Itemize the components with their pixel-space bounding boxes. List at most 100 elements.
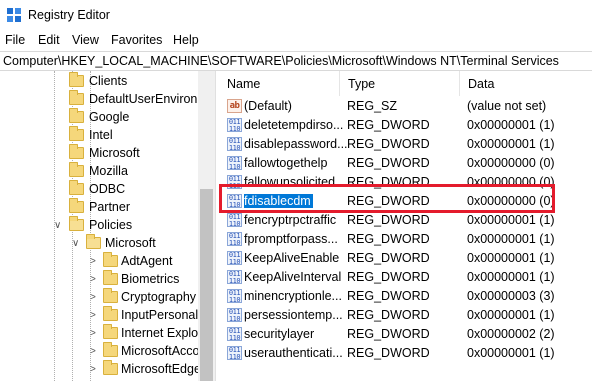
tree-item-label: Google [89,110,130,124]
tree-item-clients[interactable]: Clients [0,72,198,91]
value-row[interactable]: 011 110 fpromptforpass... REG_DWORD 0x00… [219,230,592,249]
menu-view[interactable]: View [72,33,99,47]
value-data: 0x00000001 (1) [467,118,555,132]
tree-scrollbar-thumb[interactable] [200,189,213,381]
tree-item-label: Partner [89,200,130,214]
address-path[interactable]: Computer\HKEY_LOCAL_MACHINE\SOFTWARE\Pol… [3,54,559,68]
chevron-right-icon[interactable]: > [90,310,96,321]
value-data: (value not set) [467,99,547,113]
tree-item-partner[interactable]: Partner [0,198,198,217]
window-title: Registry Editor [28,8,110,22]
dword-value-icon: 011 110 [227,346,242,360]
value-list-pane[interactable]: Name Type Data ab (Default) REG_SZ (valu… [219,71,592,381]
tree-item-microsoftedge[interactable]: > MicrosoftEdge [0,360,201,379]
tree-item-odbc[interactable]: ODBC [0,180,198,199]
tree-item-adtagent[interactable]: > AdtAgent [0,252,198,271]
tree-scrollbar[interactable] [198,71,215,381]
address-bar[interactable]: Computer\HKEY_LOCAL_MACHINE\SOFTWARE\Pol… [0,51,592,71]
dword-value-icon: 011 110 [227,213,242,227]
folder-icon [103,342,118,357]
tree-item-internet-explorer[interactable]: > Internet Explor [0,324,202,343]
folder-icon [103,288,118,303]
value-name: persessiontemp... [244,308,343,322]
chevron-right-icon[interactable]: > [90,364,96,375]
menu-help[interactable]: Help [173,33,199,47]
menu-favorites[interactable]: Favorites [111,33,162,47]
tree-item-label: Internet Explor [121,326,203,340]
tree-item-intel[interactable]: Intel [0,126,198,145]
value-row[interactable]: 011 110 KeepAliveInterval REG_DWORD 0x00… [219,268,592,287]
value-type: REG_DWORD [347,251,430,265]
value-name: fpromptforpass... [244,232,338,246]
value-row[interactable]: 011 110 persessiontemp... REG_DWORD 0x00… [219,306,592,325]
title-bar: Registry Editor [0,0,592,30]
value-row[interactable]: 011 110 fallowtogethelp REG_DWORD 0x0000… [219,154,592,173]
folder-icon [69,108,84,123]
tree-item-biometrics[interactable]: > Biometrics [0,270,198,289]
tree-item-label: Clients [89,74,128,88]
folder-icon [103,270,118,285]
tree-item-label: DefaultUserEnvironn [89,92,205,106]
value-name: fencryptrpctraffic [244,213,337,227]
value-row[interactable]: 011 110 minencryptionle... REG_DWORD 0x0… [219,287,592,306]
value-name: disablepassword... [244,137,348,151]
tree-item-label: Biometrics [121,272,180,286]
value-name: minencryptionle... [244,289,342,303]
tree-item-label: Mozilla [89,164,128,178]
menu-file[interactable]: File [5,33,25,47]
tree-item-microsoft[interactable]: Microsoft [0,144,198,163]
chevron-down-icon[interactable]: ∨ [72,238,79,249]
column-header-data[interactable]: Data [460,71,592,96]
key-tree-pane[interactable]: Clients DefaultUserEnvironn Google Intel… [0,71,215,381]
folder-icon [69,126,84,141]
value-data: 0x00000001 (1) [467,232,555,246]
value-type: REG_DWORD [347,137,430,151]
dword-value-icon: 011 110 [227,137,242,151]
open-folder-icon [86,234,101,249]
dword-value-icon: 011 110 [227,308,242,322]
chevron-right-icon[interactable]: > [90,346,96,357]
value-row[interactable]: 011 110 userauthenticati... REG_DWORD 0x… [219,344,592,363]
folder-icon [103,360,118,375]
value-row[interactable]: 011 110 fencryptrpctraffic REG_DWORD 0x0… [219,211,592,230]
value-type: REG_SZ [347,99,398,113]
folder-icon [69,72,84,87]
value-name: deletetempdirso... [244,118,344,132]
annotation-highlight-box [219,184,555,213]
value-type: REG_DWORD [347,308,430,322]
chevron-right-icon[interactable]: > [90,292,96,303]
dword-value-icon: 011 110 [227,118,242,132]
tree-item-policies[interactable]: ∨ Policies [0,216,198,235]
tree-item-inputpersonalization[interactable]: > InputPersonali [0,306,201,325]
tree-item-label: Cryptography [121,290,197,304]
menu-edit[interactable]: Edit [38,33,60,47]
chevron-right-icon[interactable]: > [90,274,96,285]
value-row[interactable]: 011 110 securitylayer REG_DWORD 0x000000… [219,325,592,344]
tree-item-defaultuserenvironment[interactable]: DefaultUserEnvironn [0,90,204,109]
chevron-right-icon[interactable]: > [90,256,96,267]
value-row[interactable]: ab (Default) REG_SZ (value not set) [219,97,592,116]
value-row[interactable]: 011 110 deletetempdirso... REG_DWORD 0x0… [219,116,592,135]
tree-item-label: Microsoft [89,146,140,160]
chevron-right-icon[interactable]: > [90,328,96,339]
folder-icon [69,180,84,195]
folder-icon [103,324,118,339]
column-header-name[interactable]: Name [219,71,340,96]
tree-item-mozilla[interactable]: Mozilla [0,162,198,181]
folder-icon [69,198,84,213]
column-header-type[interactable]: Type [340,71,460,96]
string-value-icon: ab [227,99,242,113]
value-row[interactable]: 011 110 KeepAliveEnable REG_DWORD 0x0000… [219,249,592,268]
dword-value-icon: 011 110 [227,289,242,303]
folder-icon [103,252,118,267]
value-row[interactable]: 011 110 disablepassword... REG_DWORD 0x0… [219,135,592,154]
value-type: REG_DWORD [347,213,430,227]
tree-item-label: ODBC [89,182,126,196]
tree-item-microsoftaccount[interactable]: > MicrosoftAcco [0,342,200,361]
tree-item-cryptography[interactable]: > Cryptography [0,288,198,307]
chevron-down-icon[interactable]: ∨ [54,220,61,231]
tree-item-google[interactable]: Google [0,108,198,127]
open-folder-icon [69,216,84,231]
tree-item-policies-microsoft[interactable]: ∨ Microsoft [0,234,198,253]
value-name: KeepAliveEnable [244,251,340,265]
